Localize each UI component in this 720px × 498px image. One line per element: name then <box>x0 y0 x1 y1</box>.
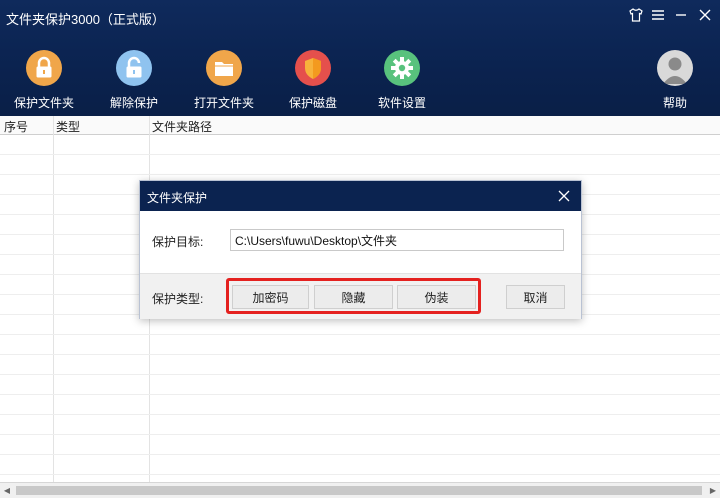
user-icon <box>657 50 693 86</box>
column-divider <box>53 116 54 482</box>
row-divider <box>0 154 720 155</box>
folder-protect-dialog: 文件夹保护 保护目标: C:\Users\fuwu\Desktop\文件夹 保护… <box>139 180 582 319</box>
row-divider <box>0 334 720 335</box>
dialog-close-icon[interactable] <box>555 186 573 206</box>
protect-folder-button[interactable]: 保护文件夹 <box>4 50 84 111</box>
horizontal-scrollbar[interactable]: ◀ ▶ <box>0 482 720 498</box>
scroll-right-icon[interactable]: ▶ <box>706 483 720 498</box>
window-title: 文件夹保护3000（正式版） <box>6 12 165 27</box>
row-divider <box>0 354 720 355</box>
protect-target-field[interactable]: C:\Users\fuwu\Desktop\文件夹 <box>230 229 564 251</box>
settings-button[interactable]: 软件设置 <box>362 50 442 111</box>
protect-target-label: 保护目标: <box>152 235 204 249</box>
dialog-title: 文件夹保护 <box>147 191 208 205</box>
dialog-body: 保护目标: C:\Users\fuwu\Desktop\文件夹 <box>140 211 581 273</box>
gear-icon <box>384 50 420 86</box>
open-folder-button[interactable]: 打开文件夹 <box>184 50 264 111</box>
table-header: 序号 类型 文件夹路径 <box>0 116 720 135</box>
protect-disk-label: 保护磁盘 <box>288 96 337 110</box>
row-divider <box>0 474 720 475</box>
column-header-path[interactable]: 文件夹路径 <box>152 118 212 135</box>
settings-label: 软件设置 <box>377 96 426 110</box>
lock-icon <box>26 50 62 86</box>
dialog-title-bar: 文件夹保护 <box>140 181 581 211</box>
protect-type-label: 保护类型: <box>152 292 204 306</box>
scrollbar-thumb[interactable] <box>16 486 702 495</box>
protect-disk-button[interactable]: 保护磁盘 <box>273 50 353 111</box>
unprotect-label: 解除保护 <box>109 96 158 110</box>
row-divider <box>0 374 720 375</box>
close-icon[interactable] <box>694 7 716 27</box>
minimize-icon[interactable] <box>670 7 692 27</box>
row-divider <box>0 394 720 395</box>
highlight-box <box>226 278 481 314</box>
cancel-button[interactable]: 取消 <box>506 285 565 309</box>
protect-folder-label: 保护文件夹 <box>13 96 74 110</box>
shield-icon <box>295 50 331 86</box>
scroll-left-icon[interactable]: ◀ <box>0 483 14 498</box>
row-divider <box>0 414 720 415</box>
open-folder-label: 打开文件夹 <box>193 96 254 110</box>
unlock-icon <box>116 50 152 86</box>
column-header-index[interactable]: 序号 <box>4 118 28 135</box>
row-divider <box>0 174 720 175</box>
top-bar: 文件夹保护3000（正式版） 保护文件夹 解除保护 打开文件夹 保护磁盘 软件设… <box>0 0 720 116</box>
row-divider <box>0 454 720 455</box>
help-label: 帮助 <box>662 96 687 110</box>
column-header-type[interactable]: 类型 <box>56 118 80 135</box>
folder-icon <box>206 50 242 86</box>
unprotect-button[interactable]: 解除保护 <box>94 50 174 111</box>
row-divider <box>0 434 720 435</box>
menu-icon[interactable] <box>647 7 669 27</box>
dialog-footer: 保护类型: 加密码 隐藏 伪装 取消 <box>140 273 581 319</box>
help-button[interactable]: 帮助 <box>640 50 710 111</box>
skin-icon[interactable] <box>625 7 647 27</box>
